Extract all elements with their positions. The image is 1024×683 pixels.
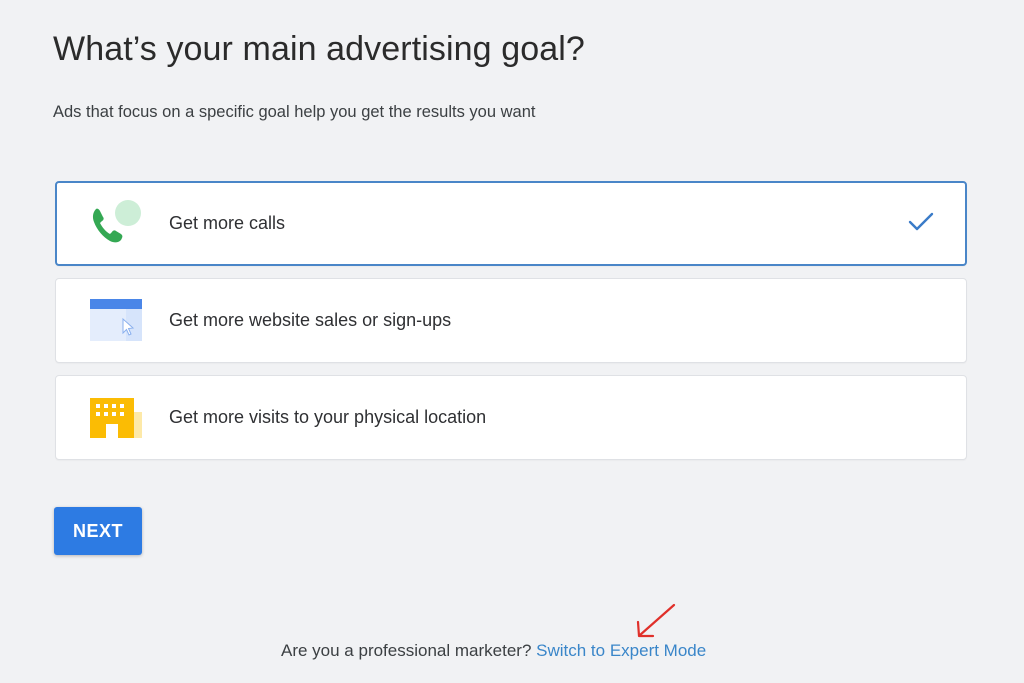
checkmark-icon — [907, 210, 935, 234]
phone-call-icon — [88, 200, 144, 246]
page-title: What’s your main advertising goal? — [53, 30, 585, 68]
goal-options-list: Get more calls Get more website sales or… — [55, 181, 967, 472]
goal-option-label: Get more visits to your physical locatio… — [169, 407, 487, 427]
goal-option-label: Get more calls — [169, 213, 286, 233]
annotation-arrow-icon — [636, 603, 676, 638]
footer-question: Are you a professional marketer? — [281, 641, 537, 660]
goal-option-location[interactable]: Get more visits to your physical locatio… — [55, 375, 967, 460]
page-subtitle: Ads that focus on a specific goal help y… — [53, 103, 536, 121]
switch-to-expert-mode-link[interactable]: Switch to Expert Mode — [536, 641, 706, 660]
goal-option-website[interactable]: Get more website sales or sign-ups — [55, 278, 967, 363]
website-cursor-icon — [88, 297, 144, 343]
goal-option-label: Get more website sales or sign-ups — [169, 310, 452, 330]
building-icon — [88, 394, 144, 440]
next-button[interactable]: NEXT — [54, 507, 142, 555]
goal-option-calls[interactable]: Get more calls — [55, 181, 967, 266]
